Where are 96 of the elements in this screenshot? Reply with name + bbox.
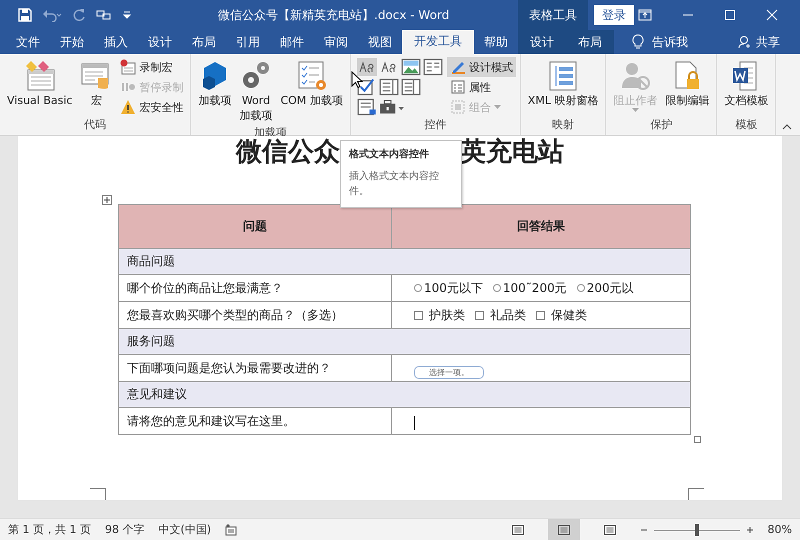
undo-icon[interactable] [42,8,62,22]
checkbox-control-icon[interactable] [356,78,377,96]
tell-me-field[interactable]: 告诉我 [652,34,688,50]
ribbon-tab[interactable]: 帮助 [474,30,518,54]
zoom-level[interactable]: 80% [768,523,792,536]
document-heading: 微信公众 [236,136,340,168]
ribbon-button[interactable]: 属性 [446,77,516,97]
ribbon-display-icon[interactable] [638,9,652,21]
group-label: 代码 [83,117,108,133]
radio-option[interactable]: 100元以下 [414,280,483,296]
checkbox-option[interactable]: 护肤类 [414,306,465,324]
share-button[interactable]: 共享 [756,34,780,50]
ribbon-tab[interactable]: 开发工具 [402,28,474,54]
group-label: 映射 [551,117,576,133]
collapse-ribbon-icon[interactable] [782,124,792,130]
radio-option[interactable]: 200元以 [576,280,634,296]
move-handle-icon[interactable] [102,195,112,205]
checkbox-option[interactable]: 保健类 [536,306,587,324]
ribbon-button[interactable]: 录制宏 [117,57,186,77]
maximize-icon[interactable] [724,9,736,21]
ribbon-button[interactable]: Visual Basic [4,57,76,110]
lightbulb-icon[interactable] [632,34,644,50]
zoom-slider[interactable] [654,526,740,534]
caret-icon [494,105,501,109]
checklist-gear-icon [296,60,328,92]
group-label: 保护 [649,117,674,133]
form-window-icon [24,60,56,92]
section-row: 意见和建议 [118,382,690,408]
touch-mode-icon[interactable] [96,8,112,22]
ribbon-tab[interactable]: 开始 [50,30,94,54]
print-layout-icon[interactable] [548,518,580,540]
text-cursor [414,416,415,430]
rich-text-control-button[interactable] [356,58,377,76]
close-icon[interactable] [766,9,778,21]
combo-box-icon[interactable] [378,78,399,96]
record-icon [120,59,136,75]
word-count[interactable]: 98 个字 [104,522,144,537]
drop-down-list-icon[interactable] [400,78,421,96]
ribbon-button[interactable]: XML 映射窗格 [524,57,602,110]
document-heading: 英充电站 [460,136,564,168]
language-status[interactable]: 中文(中国) [158,522,212,537]
page-count[interactable]: 第 1 页，共 1 页 [8,522,91,537]
tooltip-title: 格式文本内容控件 [349,147,430,161]
tree-pane-icon [547,60,580,92]
ribbon-tab[interactable]: 引用 [226,30,270,54]
ribbon-tab[interactable]: 审阅 [314,30,358,54]
save-icon[interactable] [18,8,32,22]
corner-mark-icon [688,488,704,500]
table-cell: 哪个价位的商品让您最满意？ [118,274,392,302]
group-label: 控件 [423,117,448,133]
context-tab-title: 表格工具 [529,6,577,24]
redo-icon[interactable] [72,8,86,22]
picture-control-icon[interactable] [400,58,421,76]
resize-handle[interactable] [694,436,701,443]
ribbon-button[interactable]: 限制编辑 [662,57,712,110]
tooltip-text: 插入格式文本内容控件。 [349,170,440,199]
radio-option[interactable]: 100˜200元 [492,280,567,296]
group-label: 模板 [734,117,758,133]
warning-icon [120,99,136,115]
building-block-icon[interactable] [422,58,443,76]
ribbon-tab[interactable]: 插入 [94,30,138,54]
ribbon-button[interactable]: 文档模板 [721,57,772,110]
corner-mark-icon [90,488,106,500]
window-title: 微信公众号【新精英充电站】.docx - Word [218,6,450,24]
ribbon-button[interactable]: 加载项 [195,57,234,110]
pointer-icon [351,71,363,89]
properties-icon [450,79,466,95]
sign-in-button[interactable]: 登录 [594,5,634,25]
section-row: 服务问题 [118,328,690,354]
caret-icon [632,108,639,112]
drop-down-control[interactable]: 选择一项。 [414,366,484,378]
ribbon-tab[interactable]: 布局 [566,30,614,54]
ribbon-tab[interactable]: 视图 [358,30,402,54]
ribbon-tab[interactable]: 邮件 [270,30,314,54]
ribbon-button[interactable]: Word 加载项 [236,57,276,125]
toolbox-icon[interactable] [378,98,405,116]
column-header: 回答结果 [392,204,690,248]
ribbon-tab[interactable]: 文件 [6,30,50,54]
checkbox-option[interactable]: 礼品类 [475,306,526,324]
ribbon-tab[interactable]: 设计 [138,30,182,54]
ribbon-button[interactable]: 宏 [77,57,116,110]
ribbon-tab[interactable]: 设计 [518,30,566,54]
person-add-icon[interactable] [738,35,752,49]
ribbon-tab[interactable]: 布局 [182,30,226,54]
section-row: 商品问题 [118,248,690,274]
ribbon-button[interactable]: 设计模式 [446,57,516,77]
table-cell: 请将您的意见和建议写在这里。 [118,408,392,434]
person-block-icon [619,60,652,92]
macro-record-icon[interactable] [225,524,238,536]
column-header: 问题 [118,204,392,248]
ribbon-button[interactable]: 宏安全性 [117,97,186,117]
ribbon-button[interactable]: COM 加载项 [277,57,346,110]
ruler-pencil-icon [450,59,466,75]
zoom-in-icon[interactable] [746,526,754,534]
group-icon [450,99,466,115]
date-picker-icon[interactable] [356,98,377,116]
